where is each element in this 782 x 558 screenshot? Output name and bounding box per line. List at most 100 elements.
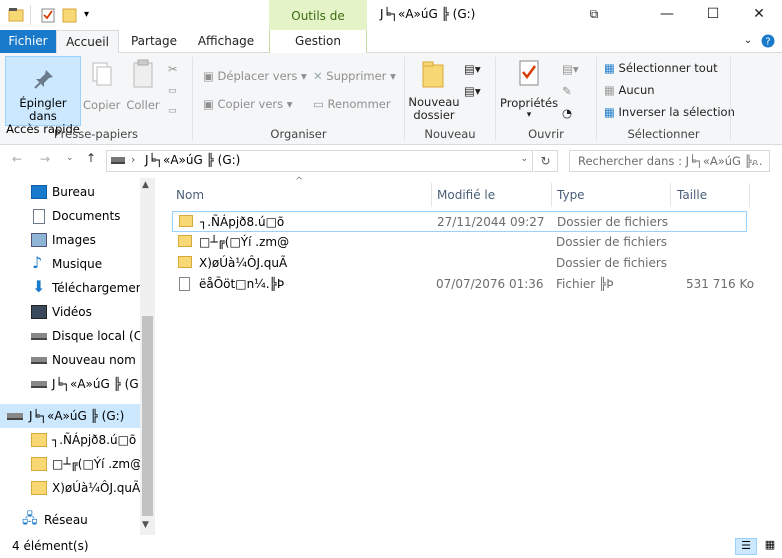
- table-row[interactable]: □┴╔(□Ýí .zm@ Dossier de fichiers: [172, 232, 747, 253]
- recent-locations-icon[interactable]: ⌄: [66, 153, 74, 163]
- svg-text:?: ?: [765, 37, 770, 48]
- column-header-modified[interactable]: Modifié le: [437, 183, 495, 207]
- nav-item-music[interactable]: ♪ Musique: [0, 252, 140, 276]
- nav-item-local-disk[interactable]: Disque local (C:): [0, 324, 140, 348]
- drive-icon: [31, 357, 47, 364]
- paste-shortcut-icon[interactable]: ▭: [168, 101, 177, 121]
- file-date: 27/11/2044 09:27: [437, 215, 545, 229]
- file-list: ^ Nom Modifié le Type Taille ┐.ÑÁpjð8.ú□…: [155, 176, 782, 535]
- nav-label: J╘┐«A»úG ╠ (G:): [52, 377, 140, 391]
- new-item-icon[interactable]: ▤▾: [464, 59, 481, 79]
- select-none-button[interactable]: ▦ Aucun: [604, 80, 655, 100]
- nav-scrollbar-thumb[interactable]: [142, 316, 153, 516]
- drive-icon: [7, 413, 23, 420]
- properties-quick-icon[interactable]: [40, 7, 56, 23]
- column-separator: [551, 183, 552, 207]
- new-folder-icon: [422, 61, 444, 88]
- paste-button[interactable]: Coller: [124, 57, 162, 112]
- table-row[interactable]: X)øÚà¼ÔJ.quÃ Dossier de fichiers: [172, 253, 747, 274]
- tab-accueil[interactable]: Accueil: [56, 30, 119, 54]
- tab-fichier[interactable]: Fichier: [0, 30, 56, 53]
- pin-quick-access-button[interactable]: Épingler dans Accès rapide: [5, 56, 81, 136]
- customize-toolbar-icon[interactable]: ▾: [84, 7, 100, 23]
- forward-button[interactable]: →: [40, 152, 50, 166]
- nav-item-drive-g[interactable]: J╘┐«A»úG ╠ (G:): [0, 372, 140, 396]
- open-icon[interactable]: ▤▾: [562, 59, 579, 79]
- file-name: X)øÚà¼ÔJ.quÃ: [199, 256, 288, 270]
- invert-selection-icon: ▦: [604, 105, 615, 119]
- nav-item-images[interactable]: Images: [0, 228, 140, 252]
- tab-affichage[interactable]: Affichage: [190, 30, 262, 53]
- scroll-up-icon[interactable]: ▲: [142, 180, 149, 190]
- address-bar[interactable]: › J╘┐«A»úG ╠ (G:) ⌄: [106, 150, 533, 172]
- nav-item-network[interactable]: 🖧 Réseau: [0, 508, 140, 532]
- column-header-size[interactable]: Taille: [677, 183, 707, 207]
- column-header-name[interactable]: Nom: [176, 183, 204, 207]
- rename-button[interactable]: ▭ Renommer: [313, 94, 391, 114]
- nav-item-new-name-drive[interactable]: Nouveau nom (I: [0, 348, 140, 372]
- address-dropdown-icon[interactable]: ⌄: [520, 154, 528, 164]
- nav-item-desktop[interactable]: Bureau: [0, 180, 140, 204]
- select-all-button[interactable]: ▦ Sélectionner tout: [604, 58, 718, 78]
- table-row[interactable]: ëåÕöt□n¼.╠Þ 07/07/2076 01:36 Fichier ╠Þ …: [172, 274, 754, 295]
- pin-icon: [34, 70, 53, 89]
- nav-item-downloads[interactable]: ⬇ Téléchargements: [0, 276, 140, 300]
- new-folder-button[interactable]: Nouveau dossier: [408, 57, 460, 122]
- explorer-icon[interactable]: [8, 7, 24, 23]
- search-input[interactable]: Rechercher dans : J╘┐«A»úG ╠...: [569, 150, 770, 172]
- file-type: Dossier de fichiers: [557, 215, 669, 229]
- back-button[interactable]: ←: [12, 152, 22, 166]
- music-icon: ♪: [32, 253, 43, 272]
- up-button[interactable]: ↑: [86, 151, 96, 165]
- close-button[interactable]: ✕: [736, 0, 782, 30]
- maximize-button[interactable]: ☐: [690, 0, 736, 30]
- move-to-button[interactable]: ▣ Déplacer vers ▾: [203, 66, 307, 86]
- copy-button[interactable]: Copier: [83, 57, 120, 112]
- scroll-down-icon[interactable]: ▼: [142, 520, 149, 530]
- nav-label: Réseau: [44, 513, 88, 527]
- desktop-icon: [31, 185, 47, 199]
- refresh-button[interactable]: ↻: [534, 150, 558, 172]
- column-separator: [431, 183, 432, 207]
- tab-partage[interactable]: Partage: [122, 30, 186, 53]
- nav-item-drive-g-selected[interactable]: J╘┐«A»úG ╠ (G:): [0, 404, 140, 428]
- cut-icon[interactable]: ✂: [168, 59, 178, 79]
- nav-item-folder[interactable]: X)øÚà¼ÔJ.quÃ: [0, 476, 140, 500]
- edit-icon[interactable]: ✎: [562, 81, 572, 101]
- pin-label-line1: Épingler dans: [19, 96, 67, 123]
- breadcrumb-path[interactable]: J╘┐«A»úG ╠ (G:): [145, 153, 240, 167]
- nav-item-folder[interactable]: □┴╔(□Ýí .zm@: [0, 452, 140, 476]
- copy-path-icon[interactable]: ▭: [168, 81, 177, 101]
- column-header-type[interactable]: Type: [557, 183, 585, 207]
- easy-access-icon[interactable]: ▤▾: [464, 81, 481, 101]
- minimize-button[interactable]: —: [644, 0, 690, 30]
- context-tab-drive-tools: Outils de lecteur: [269, 0, 367, 55]
- sort-ascending-icon: ^: [295, 176, 304, 187]
- nav-label: X)øÚà¼ÔJ.quÃ: [52, 481, 140, 495]
- properties-button[interactable]: Propriétés ▾: [500, 57, 558, 120]
- large-icons-view-icon[interactable]: ▦: [760, 538, 780, 555]
- nav-item-videos[interactable]: Vidéos: [0, 300, 140, 324]
- download-icon: ⬇: [32, 277, 46, 296]
- tab-gestion[interactable]: Gestion: [269, 30, 367, 53]
- table-row[interactable]: ┐.ÑÁpjð8.ú□õ 27/11/2044 09:27 Dossier de…: [172, 211, 747, 232]
- select-none-label: Aucun: [618, 83, 655, 97]
- column-separator: [749, 183, 750, 207]
- copy-to-button[interactable]: ▣ Copier vers ▾: [203, 94, 293, 114]
- ribbon: Épingler dans Accès rapide Copier Coller…: [0, 53, 782, 145]
- details-view-icon[interactable]: ☰: [735, 538, 757, 555]
- file-date: 07/07/2076 01:36: [436, 277, 544, 291]
- nav-label: Disque local (C:): [52, 329, 140, 343]
- snap-icon[interactable]: ⧉: [571, 0, 617, 30]
- status-bar: 4 élément(s) ☰ ▦: [0, 535, 782, 558]
- delete-button[interactable]: ✕ Supprimer ▾: [313, 66, 396, 86]
- nav-label: Nouveau nom (I: [52, 353, 140, 367]
- navigation-pane: Bureau Documents Images ♪ Musique ⬇ Télé…: [0, 178, 155, 535]
- new-folder-quick-icon[interactable]: [62, 7, 78, 23]
- history-icon[interactable]: ◔: [562, 103, 572, 123]
- nav-item-folder[interactable]: ┐.ÑÁpjð8.ú□õ: [0, 428, 140, 452]
- help-icon[interactable]: ?: [758, 30, 778, 53]
- invert-selection-button[interactable]: ▦ Inverser la sélection: [604, 102, 735, 122]
- nav-item-documents[interactable]: Documents: [0, 204, 140, 228]
- expand-ribbon-icon[interactable]: ⌄: [738, 30, 758, 53]
